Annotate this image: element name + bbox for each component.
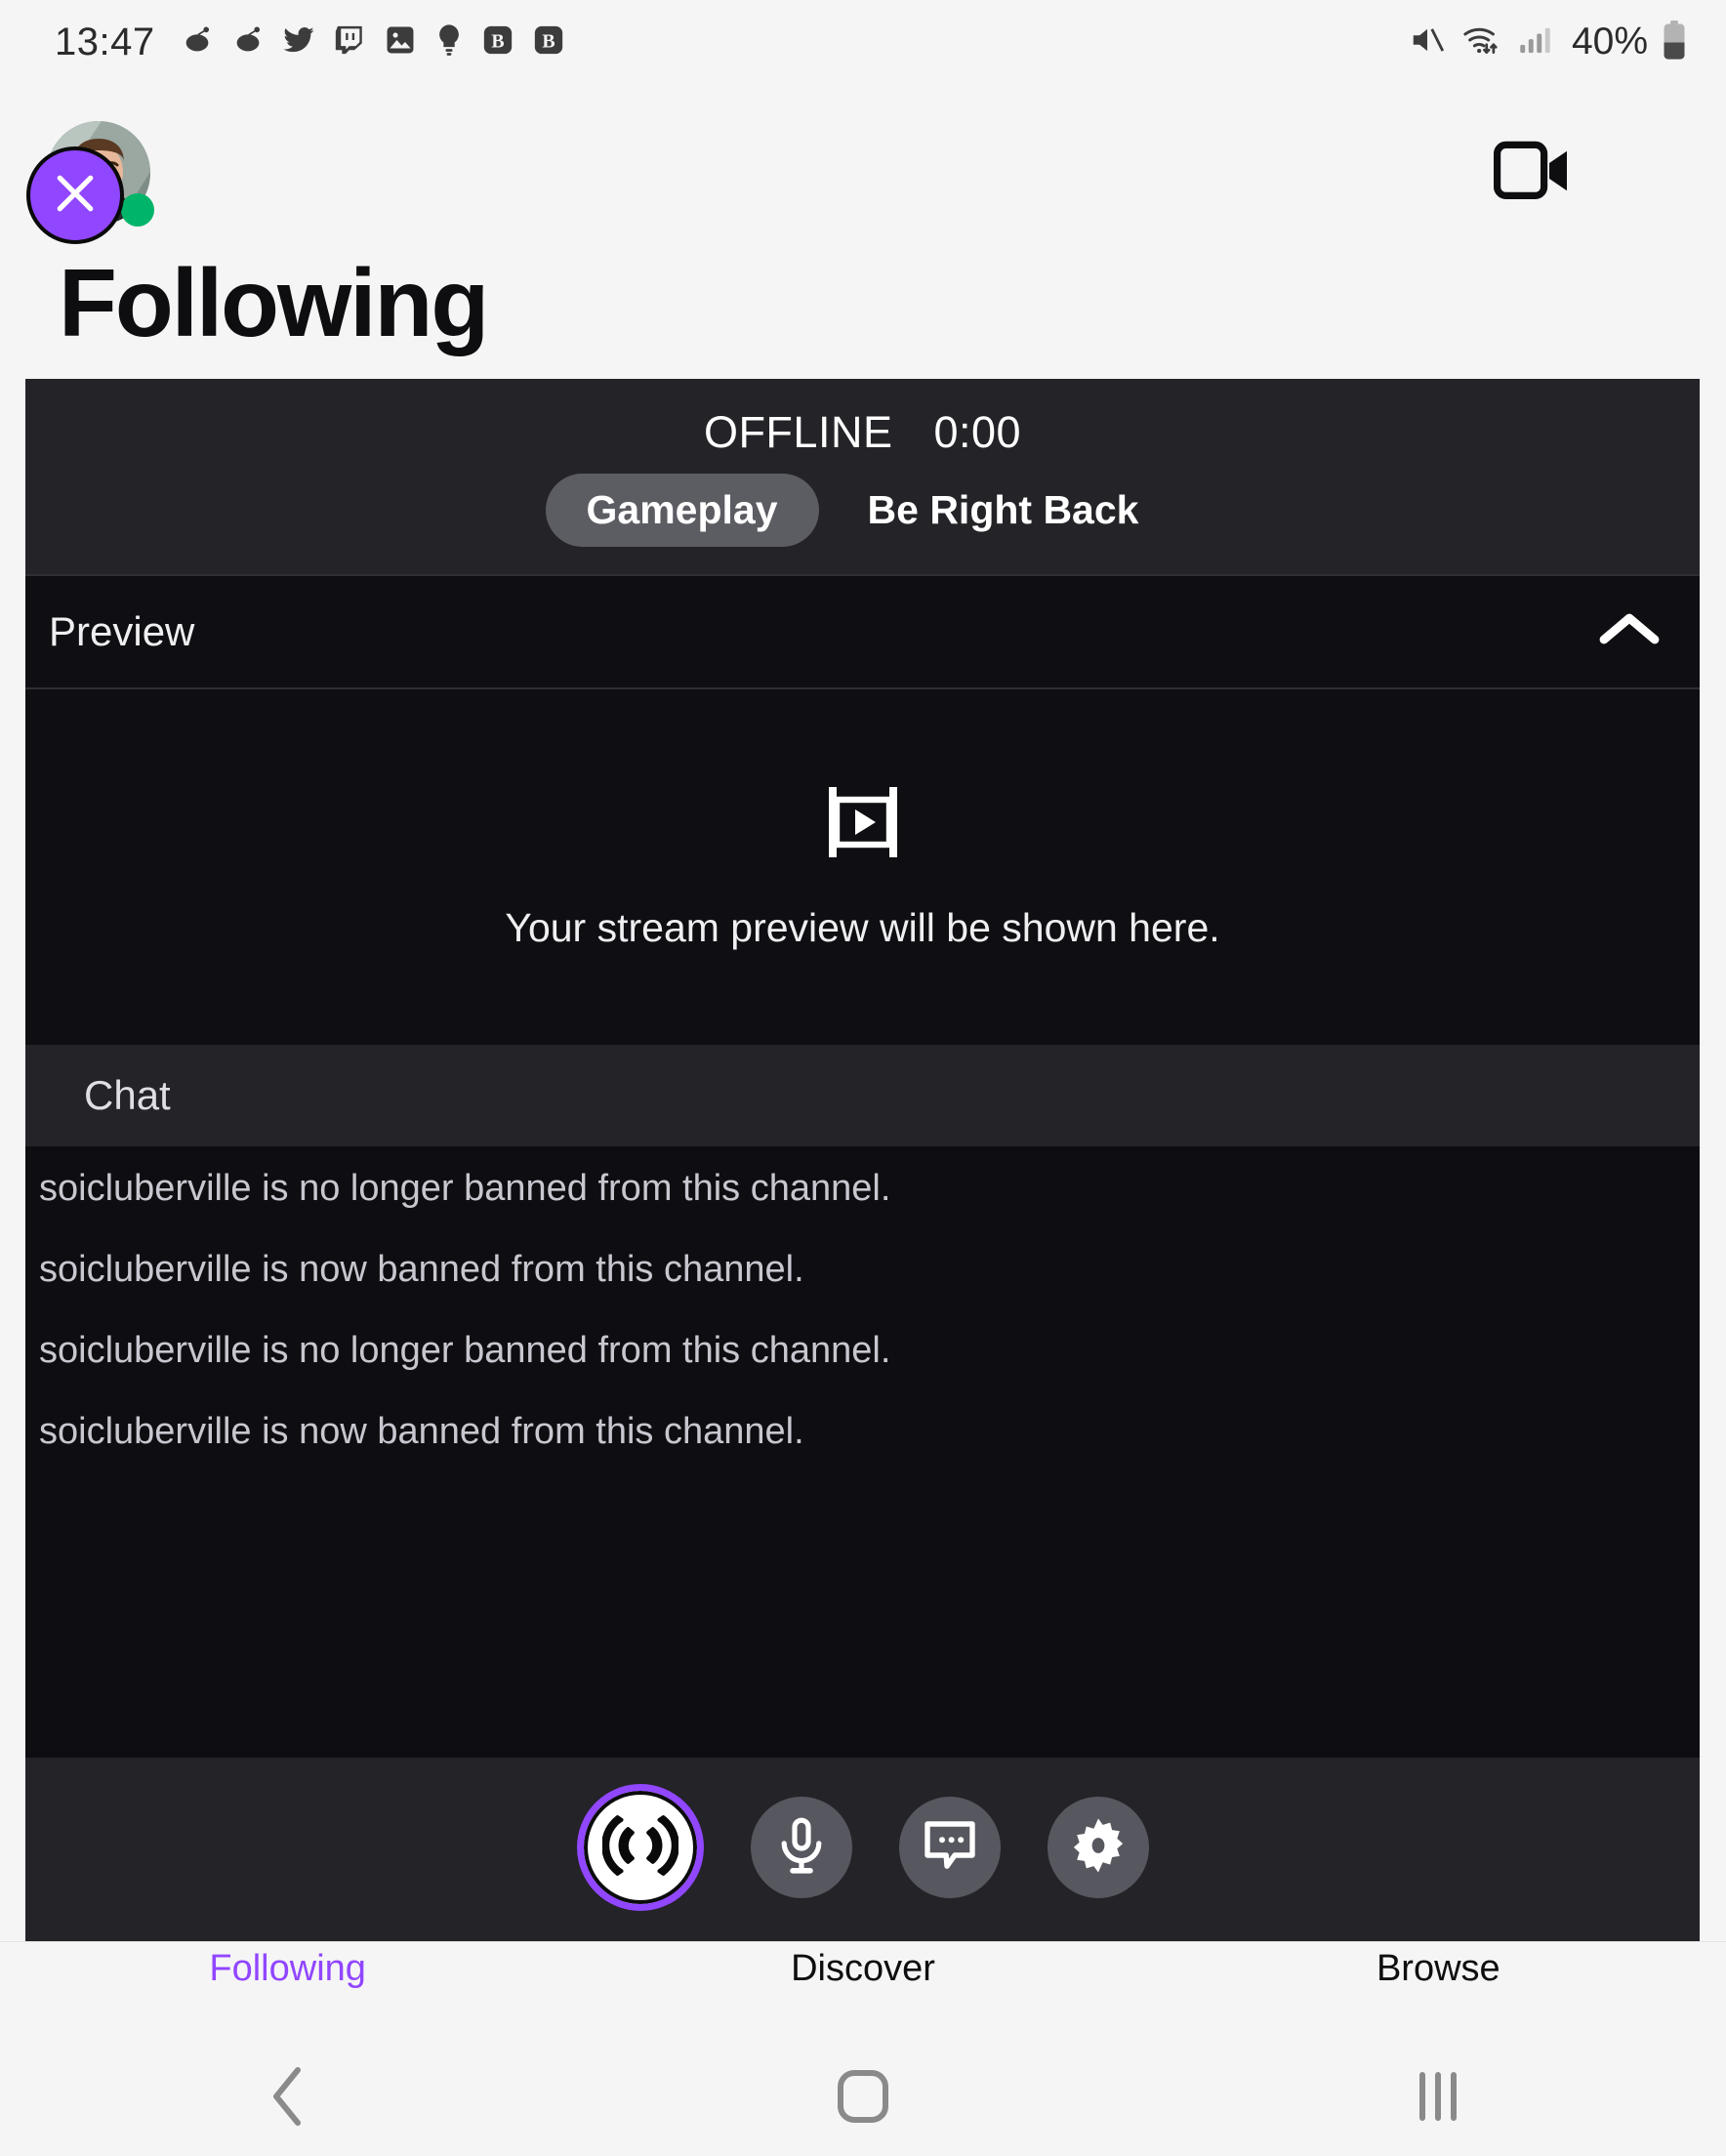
chat-message: soicluberville is now banned from this c…	[39, 1411, 804, 1452]
panel-status-section: OFFLINE 0:00 Gameplay Be Right Back	[25, 379, 1700, 574]
reddit-icon	[231, 23, 265, 62]
back-chevron-icon	[268, 2066, 308, 2132]
chat-message: soicluberville is now banned from this c…	[39, 1249, 804, 1290]
wifi-transfer-icon	[1460, 21, 1503, 63]
stream-mode-tabs: Gameplay Be Right Back	[545, 473, 1180, 547]
tab-be-right-back[interactable]: Be Right Back	[827, 474, 1180, 547]
close-icon	[49, 167, 102, 225]
status-bar: 13:47 B B 40%	[0, 0, 1726, 84]
preview-placeholder: Your stream preview will be shown here.	[25, 689, 1700, 1045]
chat-section-header: Chat	[25, 1045, 1700, 1146]
stream-timer: 0:00	[933, 406, 1022, 457]
battery-icon	[1662, 20, 1687, 65]
battery-percent-label: 40%	[1571, 21, 1648, 62]
online-status-dot	[121, 193, 154, 227]
recents-bars-icon	[1415, 2069, 1461, 2129]
close-overlay-button[interactable]	[26, 146, 124, 244]
cell-signal-icon	[1517, 22, 1552, 62]
system-recents-button[interactable]	[1151, 2069, 1726, 2129]
reddit-icon	[181, 23, 214, 62]
status-bar-right: 40%	[1408, 20, 1687, 65]
broadcast-overlay-panel: OFFLINE 0:00 Gameplay Be Right Back Prev…	[25, 379, 1700, 1941]
tab-gameplay[interactable]: Gameplay	[545, 473, 819, 547]
stream-status-row: OFFLINE 0:00	[704, 407, 1021, 458]
stream-status-label: OFFLINE	[703, 406, 893, 457]
system-home-button[interactable]	[575, 2068, 1150, 2130]
settings-button[interactable]	[1047, 1797, 1149, 1898]
twitter-icon	[282, 23, 315, 62]
system-back-button[interactable]	[0, 2066, 575, 2132]
svg-text:B: B	[491, 30, 504, 52]
preview-caption: Your stream preview will be shown here.	[505, 905, 1220, 950]
bitwarden-badge-icon: B	[532, 23, 565, 62]
broadcast-icon	[600, 1813, 679, 1883]
go-live-button[interactable]	[576, 1784, 704, 1911]
broadcast-controls	[25, 1758, 1700, 1941]
chat-message-list[interactable]: soicluberville is no longer banned from …	[25, 1146, 1700, 1758]
app-header: Following	[0, 84, 1726, 377]
video-camera-icon[interactable]	[1493, 141, 1572, 201]
status-bar-clock: 13:47	[55, 20, 155, 63]
preview-title: Preview	[49, 608, 195, 654]
home-square-icon	[836, 2068, 890, 2130]
screen-root: 13:47 B B 40% Following OFFLINE 0:00 Gam…	[0, 0, 1726, 2156]
nav-item-following[interactable]: Following	[0, 1942, 575, 1990]
chat-title: Chat	[84, 1072, 171, 1118]
status-bar-left: 13:47 B B	[55, 21, 565, 64]
chat-message: soicluberville is no longer banned from …	[39, 1330, 891, 1371]
microphone-button[interactable]	[750, 1797, 852, 1898]
gear-icon	[1070, 1817, 1127, 1879]
nav-item-discover[interactable]: Discover	[575, 1942, 1150, 1990]
page-title: Following	[59, 249, 489, 356]
lightbulb-icon	[434, 23, 464, 62]
bitwarden-badge-icon: B	[481, 23, 514, 62]
nav-item-browse[interactable]: Browse	[1151, 1942, 1726, 1990]
chevron-up-icon[interactable]	[1596, 608, 1663, 656]
bottom-navigation: Following Discover Browse	[0, 1941, 1726, 2066]
chat-toggle-button[interactable]	[898, 1797, 1001, 1898]
preview-section-header[interactable]: Preview	[25, 574, 1700, 689]
video-frame-play-icon	[821, 783, 905, 866]
twitch-icon	[333, 23, 366, 62]
gallery-icon	[384, 23, 417, 62]
chat-bubble-icon	[923, 1819, 977, 1877]
mute-icon	[1408, 21, 1447, 63]
chat-message: soicluberville is no longer banned from …	[39, 1168, 891, 1209]
microphone-icon	[775, 1817, 828, 1879]
svg-text:B: B	[542, 30, 555, 52]
